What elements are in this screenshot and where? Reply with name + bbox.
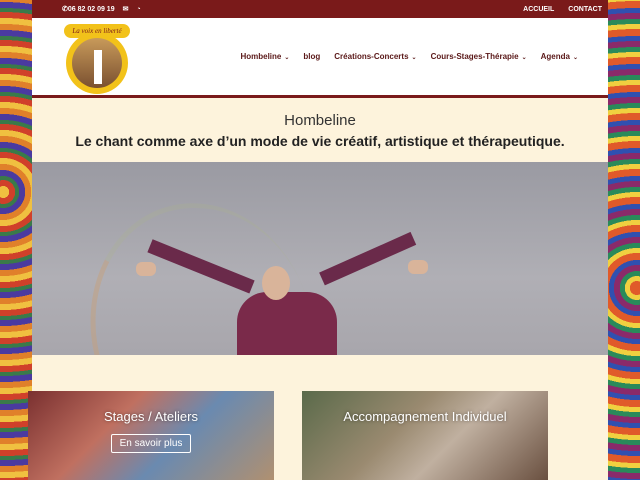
chevron-down-icon: ⌄: [572, 55, 578, 61]
nav-item-creations-concerts[interactable]: Créations-Concerts ⌄: [334, 52, 416, 61]
logo-figure: [94, 50, 102, 84]
chevron-down-icon: ⌄: [284, 55, 290, 61]
hero-name: Hombeline: [284, 112, 356, 129]
nav-label: blog: [303, 52, 321, 61]
chevron-down-icon: ⌄: [521, 55, 527, 61]
hero-image: [32, 162, 608, 355]
nav-item-blog[interactable]: blog: [303, 52, 320, 61]
logo-photo: [72, 38, 122, 88]
mail-icon[interactable]: ✉: [123, 5, 129, 13]
main-nav: Hombeline ⌄ blog Créations-Concerts ⌄ Cour…: [240, 52, 578, 61]
card-stages-ateliers[interactable]: Stages / Ateliers En savoir plus: [28, 391, 274, 480]
nav-label: Cours-Stages-Thérapie: [430, 52, 519, 61]
woman-head: [262, 266, 290, 300]
woman-hand-left: [136, 262, 156, 276]
top-bar: ✆06 82 02 09 19 ✉ ◔ ACCUEIL CONTACT: [32, 0, 608, 18]
logo-banner: La voix en liberté: [64, 24, 130, 38]
woman-arm-right: [319, 231, 417, 286]
site-header: La voix en liberté Hombeline ⌄ blog Créat…: [32, 18, 608, 98]
nav-item-hombeline[interactable]: Hombeline ⌄: [240, 52, 289, 61]
topbar-link-accueil[interactable]: ACCUEIL: [523, 6, 554, 13]
rss-icon[interactable]: ◔: [136, 6, 140, 13]
nav-label: Agenda: [540, 52, 570, 61]
cards-row: Stages / Ateliers En savoir plus Accompa…: [28, 391, 548, 480]
nav-item-agenda[interactable]: Agenda ⌄: [541, 52, 578, 61]
nav-label: Hombeline: [240, 52, 282, 61]
site-logo[interactable]: La voix en liberté: [64, 22, 130, 94]
en-savoir-plus-button[interactable]: En savoir plus: [110, 434, 192, 453]
card-accompagnement-individuel[interactable]: Accompagnement Individuel: [302, 391, 548, 480]
nav-label: Créations-Concerts: [334, 52, 409, 61]
phone-link[interactable]: ✆06 82 02 09 19: [62, 5, 115, 13]
nav-item-cours-stages-therapie[interactable]: Cours-Stages-Thérapie ⌄: [431, 52, 527, 61]
card-title: Accompagnement Individuel: [343, 409, 507, 424]
woman-hand-right: [408, 260, 428, 274]
topbar-link-contact[interactable]: CONTACT: [568, 6, 602, 13]
woman-body: [237, 292, 337, 355]
background-pattern-right: [608, 0, 640, 480]
hero-text: Hombeline Le chant comme axe d’un mode d…: [32, 98, 608, 162]
card-title: Stages / Ateliers: [104, 409, 198, 424]
phone-number: 06 82 02 09 19: [67, 6, 115, 13]
chevron-down-icon: ⌄: [411, 55, 417, 61]
hero-tagline: Le chant comme axe d’un mode de vie créa…: [75, 133, 565, 149]
